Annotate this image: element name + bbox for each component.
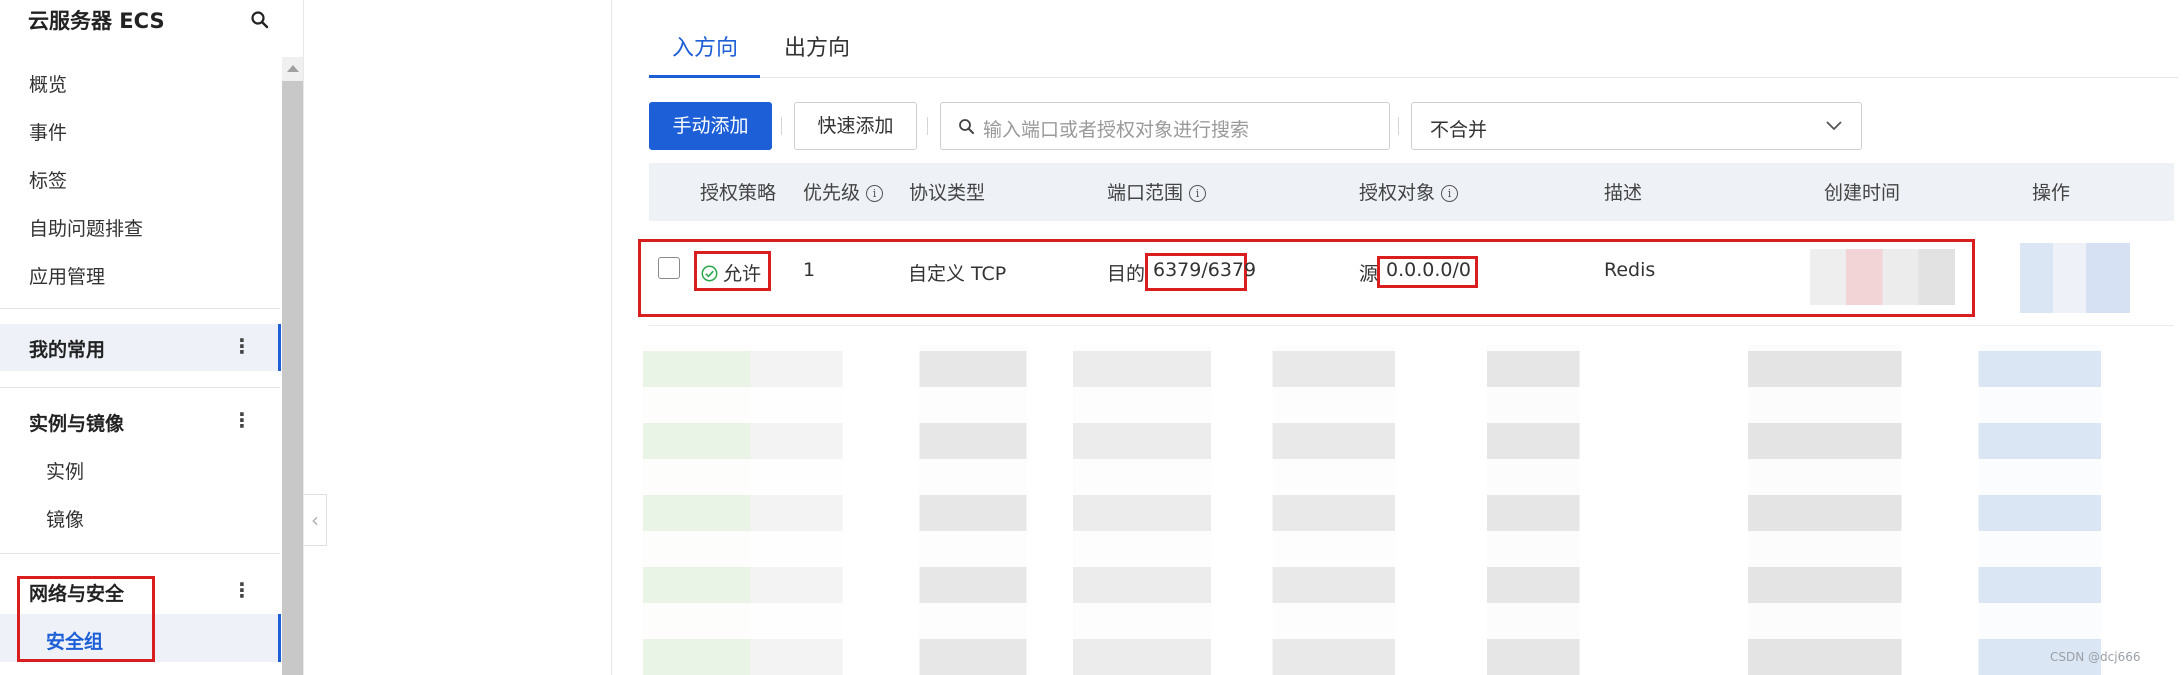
port-prefix: 目的 xyxy=(1107,263,1146,285)
policy-value: 允许 xyxy=(723,263,762,285)
check-circle-icon xyxy=(701,265,718,282)
highlight-box xyxy=(17,576,155,662)
tab-active-indicator xyxy=(649,75,760,78)
redacted-cell xyxy=(1810,249,1955,305)
quick-add-button[interactable]: 快速添加 xyxy=(794,102,917,150)
scrollbar[interactable] xyxy=(282,60,303,675)
header-actions: 操作 xyxy=(2032,182,2071,204)
port-value: 6379/6379 xyxy=(1153,259,1257,281)
merge-select-value: 不合并 xyxy=(1430,119,1488,141)
merge-select[interactable]: 不合并 xyxy=(1411,102,1862,150)
row-divider xyxy=(649,325,2174,326)
toolbar-separator xyxy=(1398,117,1399,135)
more-icon[interactable]: ⋮ xyxy=(232,410,252,430)
toolbar-separator xyxy=(781,117,782,135)
highlight-box xyxy=(638,239,1975,317)
row-checkbox[interactable] xyxy=(658,257,680,279)
sidebar-group-instance-image[interactable]: 实例与镜像 xyxy=(29,409,124,436)
search-placeholder: 输入端口或者授权对象进行搜索 xyxy=(983,119,1250,141)
info-icon[interactable]: i xyxy=(1441,185,1459,202)
panel-divider xyxy=(611,0,612,675)
protocol-value: 自定义 TCP xyxy=(908,263,1007,285)
sidebar-title: 云服务器 ECS xyxy=(28,9,165,33)
sidebar-item-events[interactable]: 事件 xyxy=(29,118,67,145)
tab-outbound[interactable]: 出方向 xyxy=(784,30,850,62)
sidebar-divider xyxy=(0,387,280,388)
sidebar-item-image[interactable]: 镜像 xyxy=(46,505,84,532)
search-icon[interactable] xyxy=(250,10,270,30)
sidebar-item-tags[interactable]: 标签 xyxy=(29,166,67,193)
chevron-down-icon xyxy=(1826,121,1842,131)
sidebar: 云服务器 ECS 概览 事件 标签 自助问题排查 应用管理 我的常用 ⋮ 实例与… xyxy=(0,0,282,675)
header-policy: 授权策略 xyxy=(700,182,777,204)
info-icon[interactable]: i xyxy=(866,185,884,202)
tab-inbound[interactable]: 入方向 xyxy=(672,30,738,62)
more-icon[interactable]: ⋮ xyxy=(232,580,252,600)
info-icon[interactable]: i xyxy=(1189,185,1207,202)
redacted-rows xyxy=(643,345,2178,675)
header-created: 创建时间 xyxy=(1824,182,1901,204)
header-auth-object: 授权对象 i xyxy=(1359,178,1459,205)
sidebar-item-troubleshoot[interactable]: 自助问题排查 xyxy=(29,214,143,241)
manual-add-button[interactable]: 手动添加 xyxy=(649,102,772,150)
redacted-cell xyxy=(2020,243,2130,313)
more-icon[interactable]: ⋮ xyxy=(232,336,252,356)
sidebar-item-app-management[interactable]: 应用管理 xyxy=(29,262,105,289)
scroll-up-arrow-icon[interactable] xyxy=(282,57,303,81)
header-priority: 优先级 i xyxy=(803,178,884,205)
watermark-text: CSDN @dcj666 xyxy=(2050,650,2141,664)
auth-prefix: 源 xyxy=(1359,263,1379,285)
tabs-divider xyxy=(648,77,2178,78)
sidebar-item-instance[interactable]: 实例 xyxy=(46,457,84,484)
search-icon xyxy=(959,119,974,134)
search-input[interactable]: 输入端口或者授权对象进行搜索 xyxy=(940,102,1390,150)
collapse-sidebar-icon[interactable]: ‹ xyxy=(304,494,327,546)
sidebar-border xyxy=(303,0,304,675)
header-port-range: 端口范围 i xyxy=(1107,178,1207,205)
header-protocol: 协议类型 xyxy=(909,182,986,204)
header-description: 描述 xyxy=(1604,182,1643,204)
sidebar-divider xyxy=(0,308,280,309)
toolbar-separator xyxy=(927,117,928,135)
sidebar-item-overview[interactable]: 概览 xyxy=(29,70,67,97)
priority-value: 1 xyxy=(803,259,816,281)
sidebar-divider xyxy=(0,553,280,554)
sidebar-group-frequent[interactable]: 我的常用 xyxy=(29,335,105,362)
description-value: Redis xyxy=(1604,259,1656,281)
auth-value: 0.0.0.0/0 xyxy=(1386,259,1471,281)
